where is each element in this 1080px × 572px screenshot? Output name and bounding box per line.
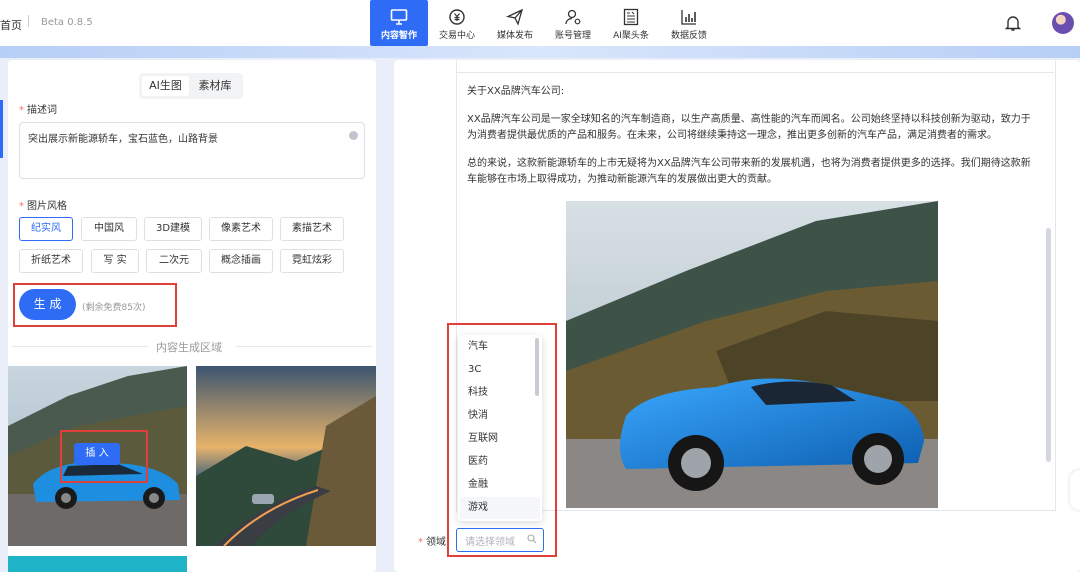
style-option[interactable]: 概念插画 <box>209 249 273 273</box>
yuan-coin-icon <box>449 9 465 25</box>
nav-label: 媒体发布 <box>496 31 533 41</box>
style-option[interactable]: 二次元 <box>146 249 202 273</box>
desc-input[interactable]: 突出展示新能源轿车，宝石蓝色，山路背景 <box>19 122 365 179</box>
style-option[interactable]: 中国风 <box>81 217 137 241</box>
bell-icon[interactable] <box>1004 14 1022 32</box>
tab-ai-image[interactable]: AI生图 <box>142 76 189 96</box>
highlight-box <box>60 430 148 483</box>
editor-paragraph: XX品牌汽车公司是一家全球知名的汽车制造商，以生产高质量、高性能的汽车而闻名。公… <box>467 114 1031 141</box>
car-image-large <box>566 201 938 508</box>
road-image <box>196 366 376 546</box>
desc-value: 突出展示新能源轿车，宝石蓝色，山路背景 <box>28 134 218 145</box>
nav-label: AI聚头条 <box>613 31 649 41</box>
user-gear-icon <box>565 9 581 25</box>
style-option[interactable]: 3D建模 <box>144 217 202 241</box>
clear-icon[interactable] <box>349 131 358 140</box>
highlight-box <box>13 283 177 327</box>
news-icon <box>623 8 639 26</box>
nav-label: 账号管理 <box>554 31 591 41</box>
domain-label: * 领域 <box>418 537 446 548</box>
divider <box>12 346 148 347</box>
editor-paragraph: 关于XX品牌汽车公司: <box>467 86 565 97</box>
editor-toolbar <box>456 60 1054 73</box>
style-option[interactable]: 霓虹炫彩 <box>280 249 344 273</box>
nav-account-manage[interactable]: 账号管理 <box>548 0 598 46</box>
style-option[interactable]: 折纸艺术 <box>19 249 83 273</box>
style-option[interactable]: 素描艺术 <box>280 217 344 241</box>
nav-label: 交易中心 <box>438 31 475 41</box>
style-label: * 图片风格 <box>19 201 67 212</box>
style-option[interactable]: 像素艺术 <box>209 217 273 241</box>
nav-content-create[interactable]: 内容智作 <box>370 0 428 46</box>
inserted-image[interactable] <box>566 201 938 508</box>
highlight-box <box>447 323 557 557</box>
nav-data-feedback[interactable]: 数据反馈 <box>664 0 714 46</box>
breadcrumb-divider <box>28 15 29 27</box>
breadcrumb-home[interactable]: 首页 <box>0 17 22 33</box>
nav-ai-headlines[interactable]: AI聚头条 <box>606 0 656 46</box>
editor-paragraph: 总的来说，这款新能源轿车的上市无疑将为XX品牌汽车公司带来新的发展机遇，也将为消… <box>467 158 1031 185</box>
paper-plane-icon <box>506 8 524 26</box>
nav-label: 内容智作 <box>380 31 417 41</box>
style-option[interactable]: 写 实 <box>91 249 139 273</box>
nav-trade-center[interactable]: 交易中心 <box>432 0 482 46</box>
tab-material-library[interactable]: 素材库 <box>191 76 239 96</box>
editor-scrollbar[interactable] <box>1046 228 1051 462</box>
generated-image[interactable] <box>196 366 376 546</box>
bar-chart-icon <box>681 10 696 25</box>
version-label: Beta 0.8.5 <box>41 17 93 28</box>
divider <box>236 346 372 347</box>
desc-label: * 描述词 <box>19 105 57 116</box>
monitor-icon <box>390 9 408 25</box>
header-band <box>0 46 1080 58</box>
style-option[interactable]: 纪实风 <box>19 217 73 241</box>
content-area-title: 内容生成区域 <box>156 341 222 354</box>
mode-tabs: AI生图 素材库 <box>139 73 243 99</box>
nav-media-publish[interactable]: 媒体发布 <box>490 0 540 46</box>
floating-side-widget[interactable] <box>1070 470 1080 510</box>
top-bar: 首页 Beta 0.8.5 内容智作 交易中心 媒体发布 账号管理 AI聚头条 … <box>0 0 1080 46</box>
avatar[interactable] <box>1052 12 1074 34</box>
nav-label: 数据反馈 <box>670 31 707 41</box>
generated-image[interactable] <box>8 556 187 572</box>
left-active-rail <box>0 100 3 158</box>
